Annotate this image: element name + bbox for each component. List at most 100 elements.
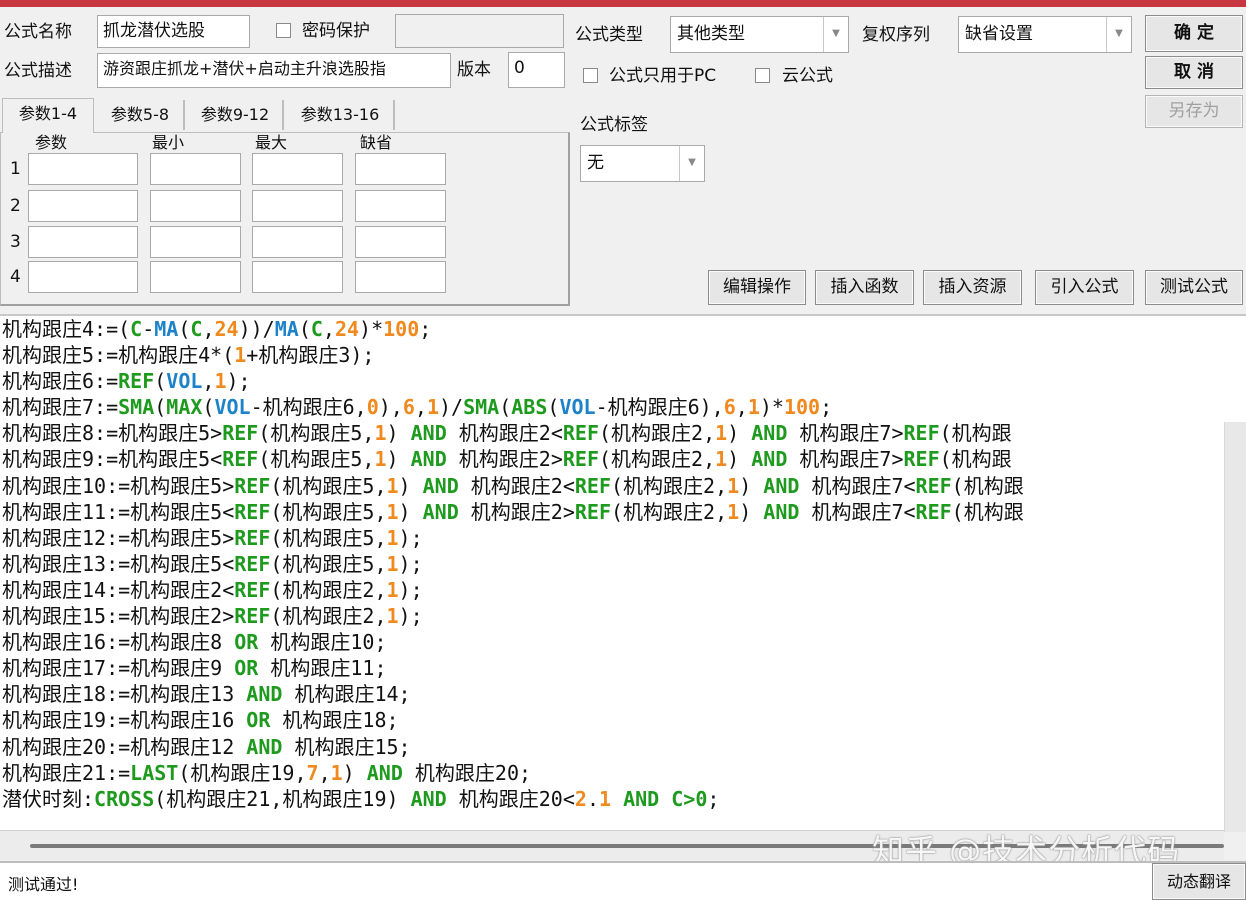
param-min-input[interactable] [150, 226, 241, 258]
code-token: 机构跟庄7> [787, 447, 904, 472]
code-token: ); [226, 369, 251, 394]
save-as-button[interactable]: 另存为 [1145, 95, 1243, 128]
code-token: )/ [439, 395, 464, 420]
code-token: ) [727, 421, 752, 446]
code-token: ) [386, 421, 411, 446]
tab-params-9-12[interactable]: 参数9-12 [188, 100, 284, 130]
formula-desc-input[interactable]: 游资跟庄抓龙+潜伏+启动主升浪选股指 [97, 53, 451, 88]
rights-sequence-value: 缺省设置 [965, 24, 1033, 44]
tab-params-5-8[interactable]: 参数5-8 [97, 100, 185, 130]
code-token: ; [707, 786, 720, 811]
code-token: (机构跟 [951, 499, 1024, 524]
formula-tag-value: 无 [587, 153, 604, 173]
code-token: 7 [306, 760, 319, 785]
code-token: (机构跟庄2, [611, 473, 728, 498]
code-token: (机构跟庄2, [611, 499, 728, 524]
code-token: REF [915, 499, 952, 524]
param-name-input[interactable] [28, 153, 138, 185]
param-max-input[interactable] [252, 226, 343, 258]
code-token: 机构跟庄20:=机构跟庄12 [2, 734, 247, 759]
code-token: 机构跟庄4:=( [2, 317, 131, 341]
code-token: (机构跟 [951, 473, 1024, 498]
insert-function-button[interactable]: 插入函数 [815, 270, 914, 305]
code-line: 机构跟庄14:=机构跟庄2<REF(机构跟庄2,1); [2, 577, 1224, 603]
import-formula-button[interactable]: 引入公式 [1035, 270, 1134, 305]
code-token: 1 [234, 343, 247, 368]
code-token: , [414, 395, 427, 420]
code-token: AND [422, 473, 459, 498]
param-min-input[interactable] [150, 153, 241, 185]
tab-params-13-16[interactable]: 参数13-16 [287, 100, 395, 130]
param-max-input[interactable] [252, 261, 343, 293]
param-header-min: 最小 [152, 133, 185, 152]
edit-operations-button[interactable]: 编辑操作 [708, 270, 806, 305]
code-token: - [142, 317, 155, 341]
password-protect-checkbox[interactable] [276, 23, 291, 38]
code-token: . [586, 786, 599, 811]
formula-name-label: 公式名称 [4, 22, 72, 42]
param-default-input[interactable] [355, 261, 446, 293]
version-input[interactable]: 0 [508, 52, 565, 88]
test-formula-button[interactable]: 测试公式 [1145, 270, 1243, 305]
code-token: AND [246, 734, 283, 759]
ok-button[interactable]: 确 定 [1145, 15, 1243, 52]
window-title-bar [0, 0, 1246, 7]
code-token: ) [386, 447, 411, 472]
code-line: 机构跟庄19:=机构跟庄16 OR 机构跟庄18; [2, 707, 1224, 733]
insert-resource-button[interactable]: 插入资源 [923, 270, 1022, 305]
param-default-input[interactable] [355, 153, 446, 185]
tab-params-1-4[interactable]: 参数1-4 [2, 98, 94, 133]
dynamic-translate-button[interactable]: 动态翻译 [1152, 863, 1246, 900]
param-name-input[interactable] [28, 261, 138, 293]
code-token: AND [763, 473, 800, 498]
formula-code-editor[interactable]: 机构跟庄4:=(C-MA(C,24))/MA(C,24)*100; 机构跟庄5:=… [0, 314, 1246, 832]
code-token: AND [422, 499, 459, 524]
pc-only-checkbox[interactable] [583, 68, 598, 83]
code-token: (机构跟 [939, 421, 1012, 446]
code-token: ) [398, 499, 423, 524]
code-token: VOL [559, 395, 596, 420]
code-token: REF [234, 577, 271, 602]
code-token: (机构跟庄5, [270, 551, 387, 576]
code-token: CROSS [94, 786, 155, 811]
vertical-scrollbar[interactable] [1224, 422, 1246, 832]
code-token: AND [410, 421, 447, 446]
code-line: 机构跟庄4:=(C-MA(C,24))/MA(C,24)*100; [2, 316, 1224, 342]
cancel-button[interactable]: 取 消 [1145, 56, 1243, 89]
code-token: 24 [214, 317, 239, 341]
param-name-input[interactable] [28, 226, 138, 258]
code-token: 机构跟庄2> [458, 499, 575, 524]
formula-tag-select[interactable]: 无 ▼ [580, 145, 705, 182]
param-min-input[interactable] [150, 190, 241, 222]
code-token: C [310, 317, 323, 341]
cloud-formula-checkbox[interactable] [755, 68, 770, 83]
rights-sequence-select[interactable]: 缺省设置 ▼ [958, 16, 1132, 53]
code-line: 机构跟庄13:=机构跟庄5<REF(机构跟庄5,1); [2, 551, 1224, 577]
code-token: AND [366, 760, 403, 785]
code-token: 1 [214, 369, 227, 394]
code-token: 机构跟庄20< [446, 786, 575, 811]
code-token: AND [763, 499, 800, 524]
code-token: 机构跟庄19:=机构跟庄16 [2, 708, 247, 733]
param-row-number: 1 [10, 159, 21, 179]
code-token: 机构跟庄15:=机构跟庄2> [2, 604, 235, 629]
formula-name-input[interactable]: 抓龙潜伏选股 [97, 15, 250, 48]
formula-type-select[interactable]: 其他类型 ▼ [670, 16, 849, 53]
code-token: , [735, 395, 748, 420]
param-default-input[interactable] [355, 226, 446, 258]
param-min-input[interactable] [150, 261, 241, 293]
password-input[interactable] [395, 14, 564, 48]
param-max-input[interactable] [252, 153, 343, 185]
param-name-input[interactable] [28, 190, 138, 222]
code-token: 100 [383, 317, 420, 341]
code-token: ); [398, 551, 423, 576]
code-token: 机构跟庄21:= [2, 760, 131, 785]
code-line: 机构跟庄11:=机构跟庄5<REF(机构跟庄5,1) AND 机构跟庄2>REF… [2, 499, 1224, 525]
param-default-input[interactable] [355, 190, 446, 222]
code-token: REF [222, 447, 259, 472]
param-max-input[interactable] [252, 190, 343, 222]
status-bar: 测试通过! 动态翻译 [0, 861, 1246, 900]
code-token: 机构跟庄10; [258, 630, 387, 655]
code-token: REF [574, 473, 612, 498]
code-token: 机构跟庄16:=机构跟庄8 [2, 630, 235, 655]
